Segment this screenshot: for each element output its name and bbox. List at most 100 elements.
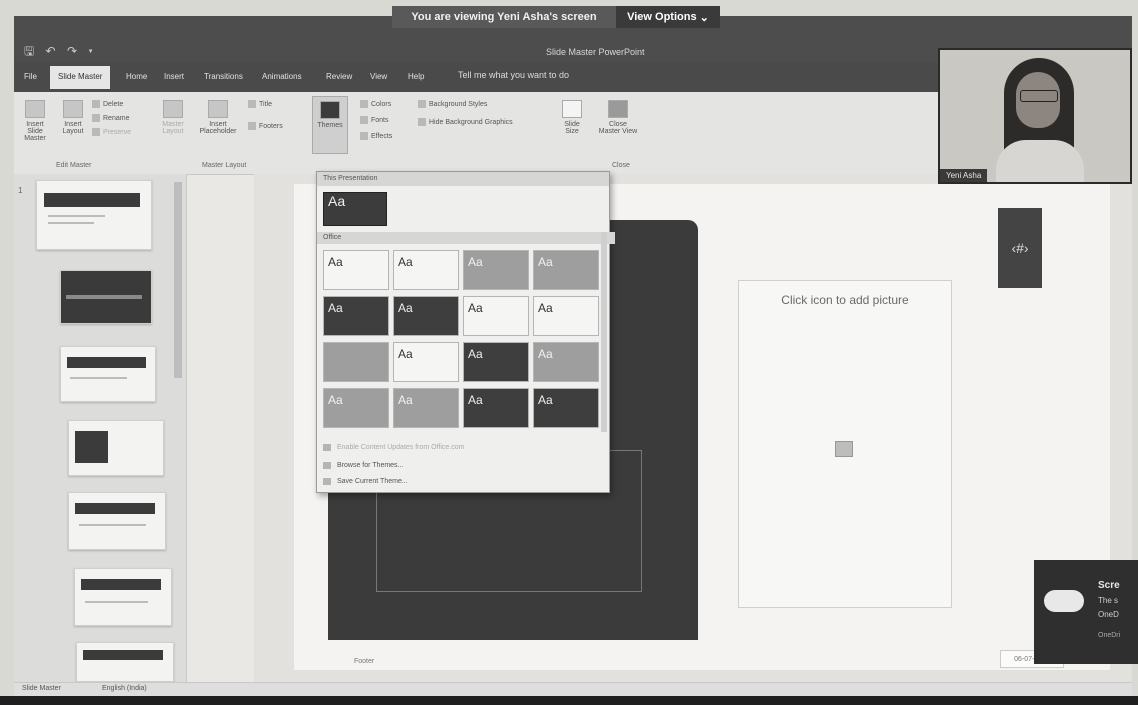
quick-access-toolbar[interactable]: 🖫 ↶ ↷ ▾ <box>24 42 97 63</box>
thumb-layout[interactable] <box>74 568 172 626</box>
gallery-scrollbar[interactable] <box>601 232 607 432</box>
theme-tile[interactable]: Aa <box>463 342 529 382</box>
tab-review[interactable]: Review <box>326 72 352 81</box>
screen-share-banner: You are viewing Yeni Asha's screen View … <box>392 6 720 28</box>
tell-me-box[interactable]: Tell me what you want to do <box>458 70 569 80</box>
browse-themes-item[interactable]: Browse for Themes... <box>323 462 403 469</box>
notification-line: OneD <box>1098 610 1119 619</box>
tab-file[interactable]: File <box>24 72 37 81</box>
theme-tile[interactable]: Aa <box>463 250 529 290</box>
theme-tile[interactable]: Aa <box>393 388 459 428</box>
group-edit-master: Edit Master <box>56 162 92 169</box>
slide-thumbnails-pane[interactable]: 1 <box>14 174 187 682</box>
thumb-layout[interactable] <box>68 492 166 550</box>
notification-line: The s <box>1098 596 1119 605</box>
background-styles-icon <box>418 100 426 108</box>
background-styles-button[interactable]: Background Styles <box>418 100 487 108</box>
status-language[interactable]: English (India) <box>102 685 147 692</box>
view-options-button[interactable]: View Options ⌄ <box>616 6 720 28</box>
rename-button[interactable]: Rename <box>92 114 129 122</box>
master-layout-button[interactable]: Master Layout <box>156 100 190 135</box>
group-master-layout: Master Layout <box>202 162 247 169</box>
preserve-button[interactable]: Preserve <box>92 128 131 136</box>
insert-slide-master-button[interactable]: Insert Slide Master <box>18 100 52 142</box>
status-bar: Slide Master English (India) <box>14 682 1132 696</box>
thumbnails-scrollbar[interactable] <box>174 182 182 378</box>
save-current-theme-item[interactable]: Save Current Theme... <box>323 478 408 485</box>
master-layout-icon <box>163 100 183 118</box>
folder-icon <box>323 462 331 469</box>
insert-layout-button[interactable]: Insert Layout <box>58 100 88 135</box>
fonts-button[interactable]: Fonts <box>360 116 389 124</box>
participant-name: Yeni Asha <box>940 169 988 182</box>
theme-tile[interactable]: Aa <box>393 250 459 290</box>
document-title: Slide Master PowerPoint <box>546 47 645 57</box>
thumb-layout[interactable] <box>60 270 152 324</box>
onedrive-notification[interactable]: Scre The s OneD OneDri <box>1034 560 1138 664</box>
picture-placeholder-label: Click icon to add picture <box>781 293 909 307</box>
tab-animations[interactable]: Animations <box>262 72 302 81</box>
theme-tile[interactable]: Aa <box>533 342 599 382</box>
slide-master-icon <box>25 100 45 118</box>
notification-title: Scre <box>1098 580 1120 591</box>
theme-tile[interactable]: Aa <box>393 296 459 336</box>
theme-tile[interactable]: Aa <box>323 388 389 428</box>
cloud-icon <box>1044 590 1084 612</box>
checkbox-icon <box>418 118 426 126</box>
pin-icon <box>92 128 100 136</box>
thumb-layout[interactable] <box>60 346 156 402</box>
tab-home[interactable]: Home <box>126 72 147 81</box>
screen-share-message: You are viewing Yeni Asha's screen <box>392 6 616 28</box>
updates-icon <box>323 444 331 451</box>
thumb-layout[interactable] <box>76 642 174 682</box>
theme-tile[interactable]: Aa <box>463 296 529 336</box>
colors-icon <box>360 100 368 108</box>
themes-gallery-dropdown: This Presentation Aa Office Aa Aa Aa Aa … <box>316 171 615 493</box>
insert-placeholder-button[interactable]: Insert Placeholder <box>194 100 242 135</box>
theme-tile[interactable]: Aa <box>323 296 389 336</box>
theme-tile[interactable]: Aa <box>533 388 599 428</box>
tab-insert[interactable]: Insert <box>164 72 184 81</box>
close-master-view-button[interactable]: Close Master View <box>598 100 638 135</box>
tab-help[interactable]: Help <box>408 72 424 81</box>
theme-tile[interactable]: Aa <box>463 388 529 428</box>
gallery-header-this-presentation: This Presentation <box>317 172 609 186</box>
participant-video[interactable]: Yeni Asha <box>938 48 1132 184</box>
notification-source: OneDri <box>1098 632 1121 639</box>
slide-size-button[interactable]: Slide Size <box>558 100 586 135</box>
gallery-header-office: Office <box>317 232 615 244</box>
tab-slide-master[interactable]: Slide Master <box>50 66 111 89</box>
theme-tile[interactable]: Aa <box>393 342 459 382</box>
effects-button[interactable]: Effects <box>360 132 392 140</box>
tab-view[interactable]: View <box>370 72 387 81</box>
tab-transitions[interactable]: Transitions <box>204 72 243 81</box>
footers-checkbox[interactable]: Footers <box>248 122 283 130</box>
group-close: Close <box>612 162 630 169</box>
delete-button[interactable]: Delete <box>92 100 123 108</box>
theme-tile[interactable]: Aa <box>533 296 599 336</box>
placeholder-icon <box>208 100 228 118</box>
fonts-icon <box>360 116 368 124</box>
picture-icon[interactable] <box>835 441 853 457</box>
theme-tile[interactable] <box>323 342 389 382</box>
colors-button[interactable]: Colors <box>360 100 391 108</box>
layout-icon <box>63 100 83 118</box>
theme-tile[interactable]: Aa <box>533 250 599 290</box>
status-view: Slide Master <box>22 685 61 692</box>
enable-content-updates-item[interactable]: Enable Content Updates from Office.com <box>323 444 465 451</box>
thumb-layout[interactable] <box>68 420 164 476</box>
current-theme-tile[interactable]: Aa <box>323 192 387 226</box>
themes-button[interactable]: Themes <box>312 96 348 154</box>
thumb-master[interactable] <box>36 180 152 250</box>
hide-background-checkbox[interactable]: Hide Background Graphics <box>418 118 513 126</box>
picture-placeholder[interactable]: Click icon to add picture <box>738 280 952 608</box>
title-checkbox[interactable]: Title <box>248 100 272 108</box>
taskbar <box>0 696 1138 705</box>
theme-tile[interactable]: Aa <box>323 250 389 290</box>
footer-placeholder[interactable]: Footer <box>354 658 374 665</box>
close-master-icon <box>608 100 628 118</box>
slide-number: 1 <box>18 186 23 195</box>
slide-number-placeholder[interactable]: ‹#› <box>998 208 1042 288</box>
save-icon <box>323 478 331 485</box>
checkbox-icon <box>248 122 256 130</box>
